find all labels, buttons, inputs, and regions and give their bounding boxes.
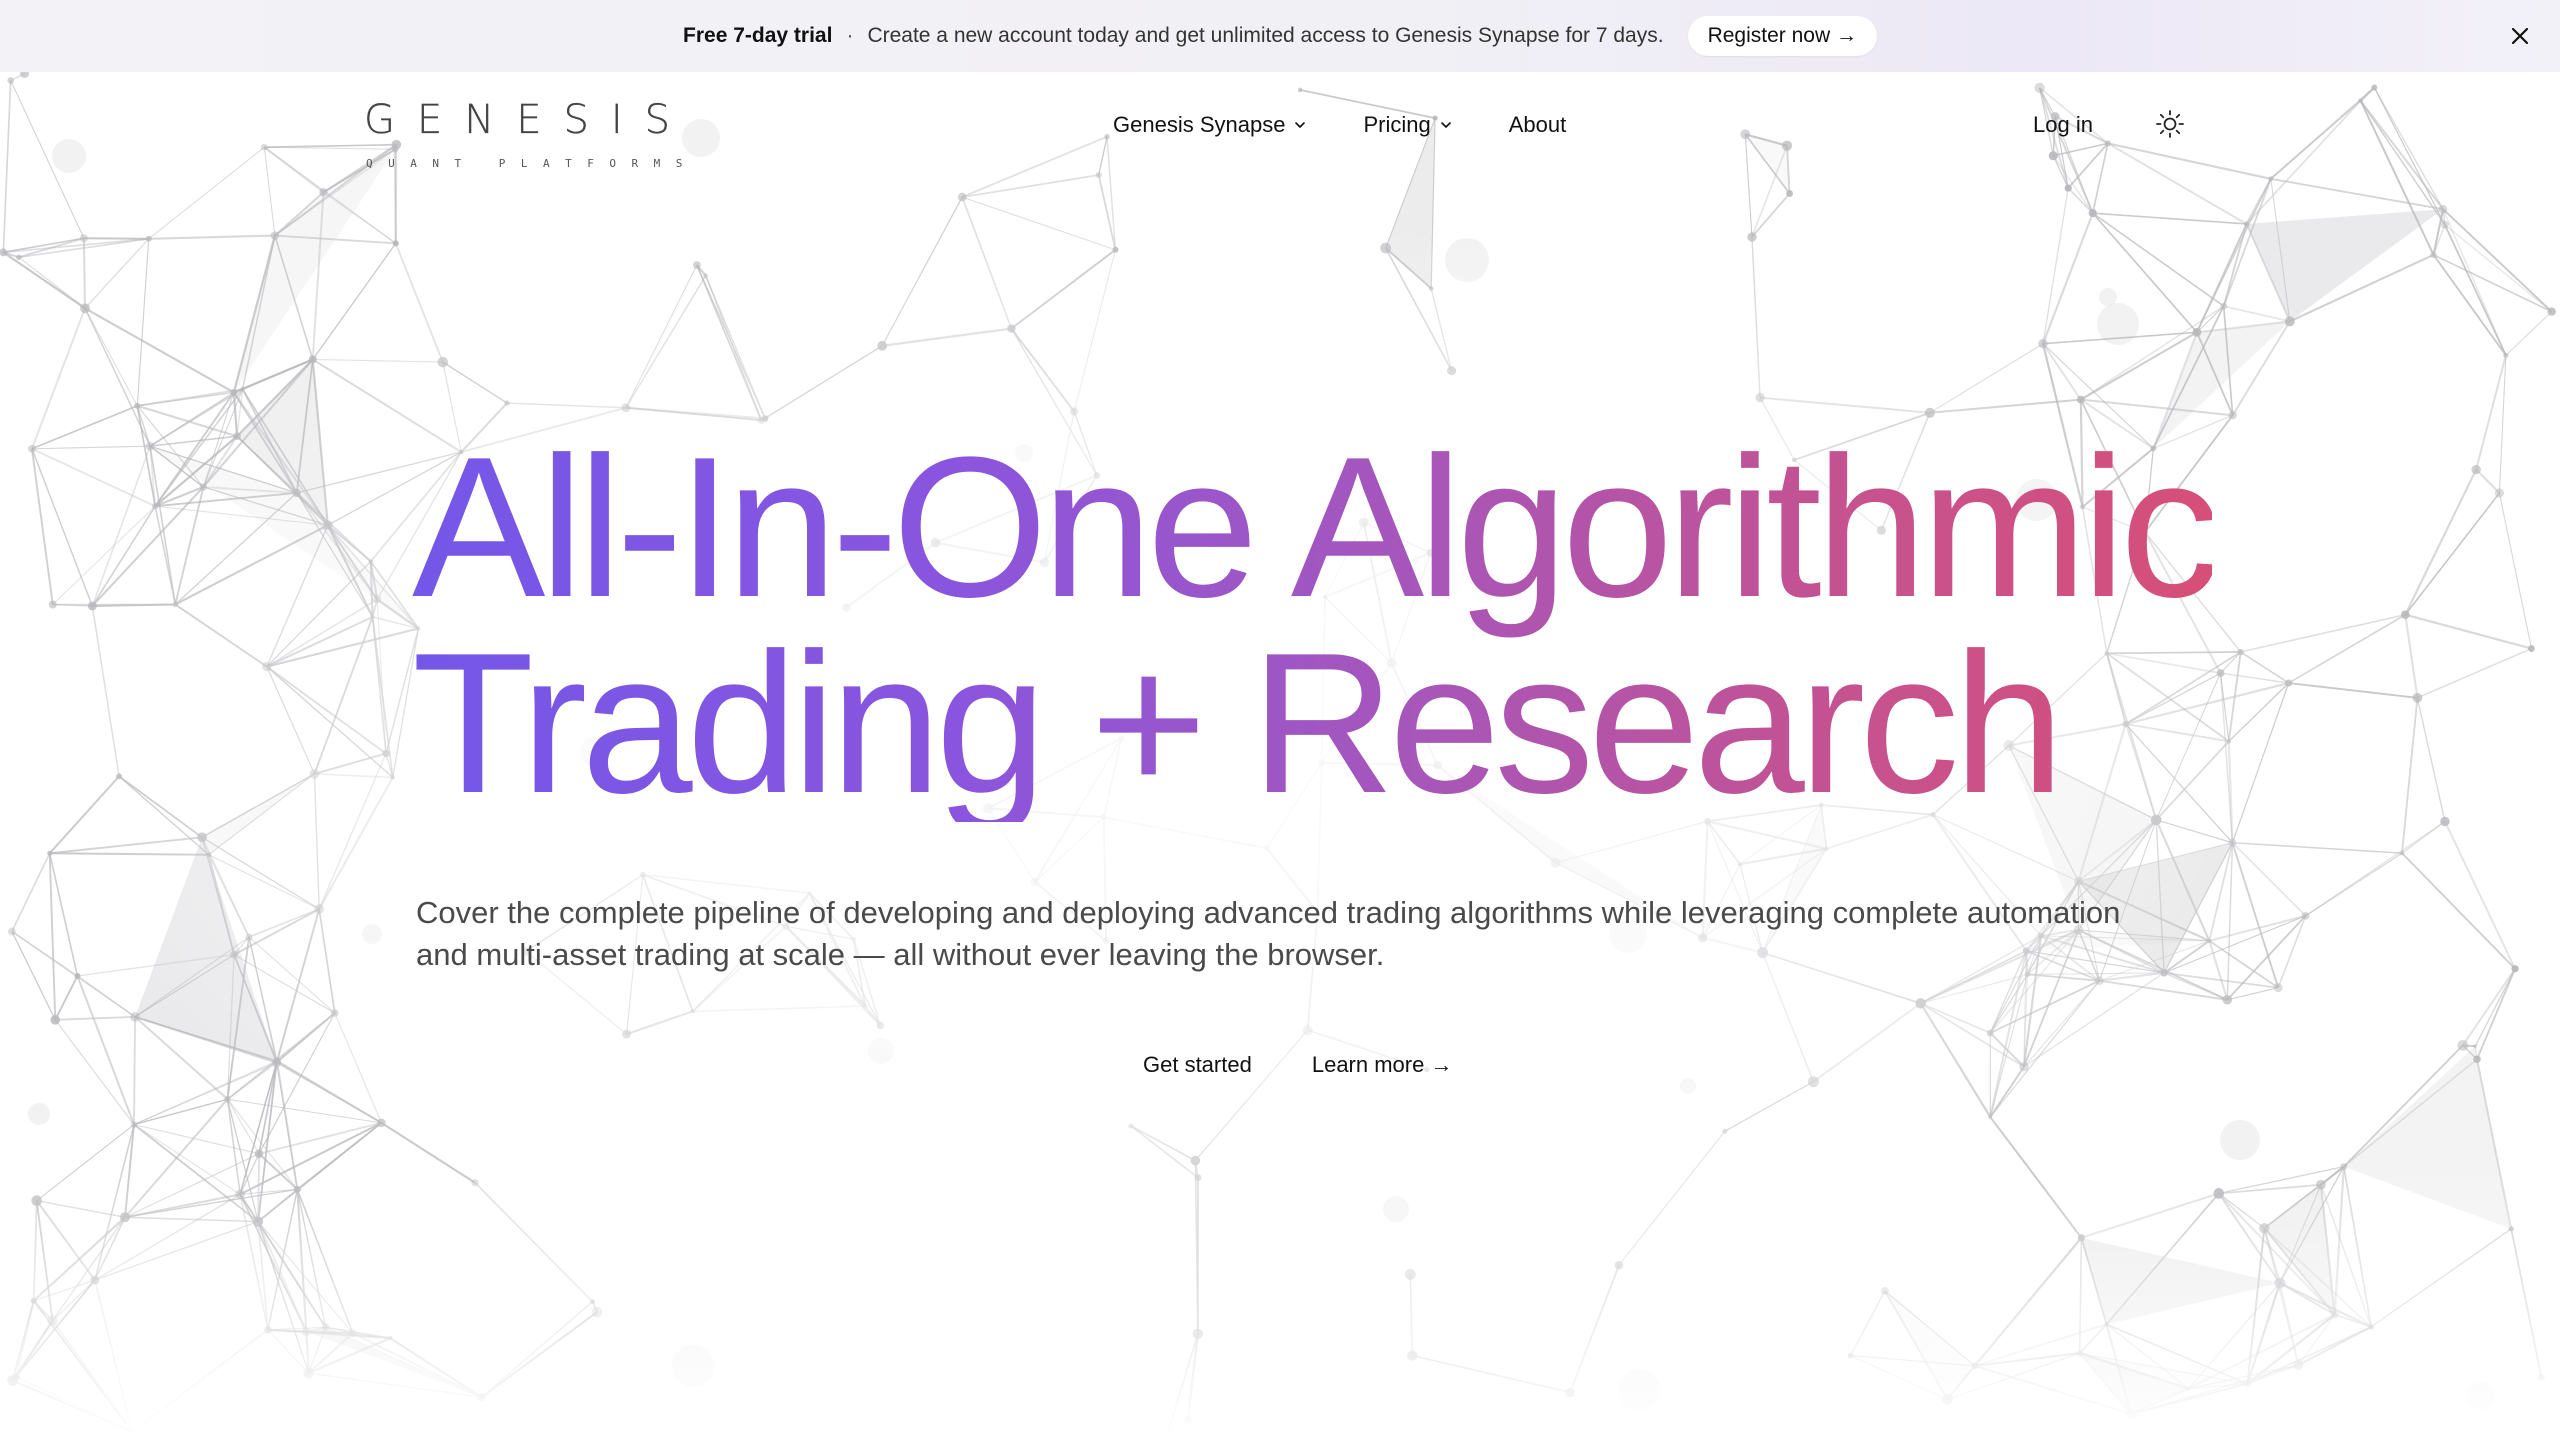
- close-icon: [2511, 27, 2529, 45]
- banner-separator: ·: [846, 24, 854, 47]
- genesis-logo[interactable]: GENESIS QUANT PLATFORMS: [364, 98, 683, 170]
- banner-headline: Free 7-day trial: [683, 24, 833, 47]
- get-started-button[interactable]: Get started: [1143, 1052, 1252, 1078]
- close-banner-button[interactable]: [2502, 18, 2538, 54]
- learn-more-link[interactable]: Learn more →: [1312, 1052, 1453, 1078]
- chevron-down-icon: [1295, 122, 1306, 128]
- chevron-down-icon: [1440, 122, 1451, 128]
- hero-title-line-1: All-In-One Algorithmic: [412, 416, 2214, 639]
- trial-banner: Free 7-day trial · Create a new account …: [0, 0, 2560, 72]
- register-now-button[interactable]: Register now →: [1687, 16, 1877, 56]
- main-nav: GENESIS QUANT PLATFORMS Genesis Synapse …: [0, 72, 2560, 180]
- hero-title: All-In-One Algorithmic Trading + Researc…: [412, 430, 2212, 822]
- nav-item-pricing[interactable]: Pricing: [1363, 112, 1452, 138]
- logo-subtitle: QUANT PLATFORMS: [366, 157, 698, 170]
- nav-item-about[interactable]: About: [1509, 112, 1567, 138]
- logo-wordmark: GENESIS: [364, 97, 693, 143]
- nav-item-label: About: [1508, 112, 1567, 137]
- hero-description: Cover the complete pipeline of developin…: [416, 895, 2121, 972]
- nav-links: Genesis Synapse Pricing About: [1113, 112, 1566, 138]
- hero-title-line-2: Trading + Research: [412, 612, 2059, 835]
- nav-item-label: Genesis Synapse: [1113, 112, 1286, 137]
- nav-item-label: Pricing: [1363, 112, 1431, 137]
- nav-item-genesis-synapse[interactable]: Genesis Synapse: [1113, 112, 1307, 138]
- banner-message: Create a new account today and get unlim…: [867, 24, 1664, 47]
- hero-cta-row: Get started Learn more →: [1143, 1052, 1452, 1078]
- banner-content: Free 7-day trial · Create a new account …: [683, 16, 1877, 56]
- login-link[interactable]: Log in: [2033, 112, 2093, 138]
- sun-icon[interactable]: [2154, 108, 2186, 140]
